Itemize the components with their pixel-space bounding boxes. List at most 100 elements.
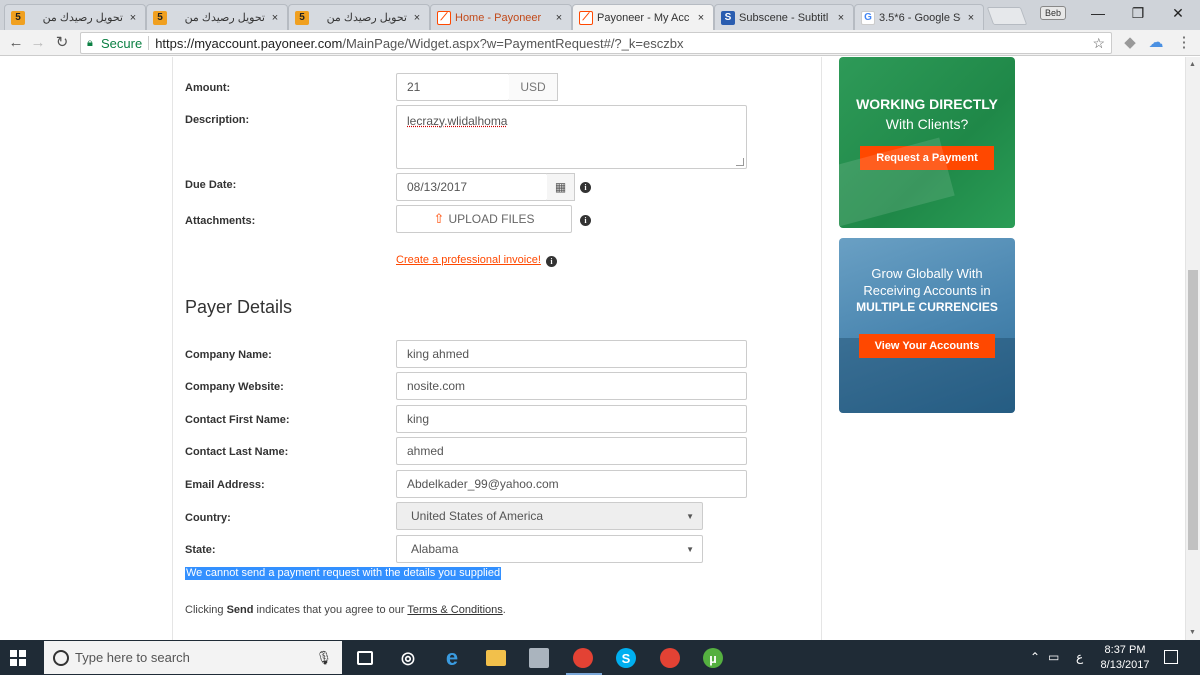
back-arrow-icon[interactable]: ← <box>6 33 26 53</box>
banner-heading: WORKING DIRECTLY <box>856 96 998 112</box>
logo-quad <box>19 650 26 657</box>
windows-taskbar: Type here to search 🎙︎ ◎ e S µ ⌃ ▭ ع 8:3… <box>0 640 1200 675</box>
close-icon[interactable]: × <box>411 12 423 24</box>
close-icon[interactable]: × <box>965 12 977 24</box>
forward-arrow-icon[interactable]: → <box>28 33 48 53</box>
company-website-label: Company Website: <box>185 381 284 393</box>
subscene-favicon-icon: S <box>721 10 735 25</box>
company-name-value: king ahmed <box>407 347 470 361</box>
close-icon[interactable]: × <box>695 12 707 24</box>
send-word: Send <box>226 604 254 616</box>
file-explorer-icon[interactable] <box>486 650 506 666</box>
new-tab-button[interactable] <box>986 7 1028 25</box>
tab-title: Payoneer - My Acc <box>597 11 690 24</box>
banner-line-3: MULTIPLE CURRENCIES <box>856 300 998 314</box>
menu-kebab-icon[interactable]: ⋮ <box>1174 33 1194 53</box>
info-icon[interactable]: i <box>580 215 591 226</box>
amount-label: Amount: <box>185 82 231 94</box>
extension-icon[interactable]: ◆ <box>1120 33 1140 53</box>
scrollbar-thumb[interactable] <box>1188 270 1198 550</box>
state-value: Alabama <box>411 542 459 556</box>
close-icon[interactable]: × <box>553 12 565 24</box>
state-select[interactable]: Alabama ▼ <box>396 535 703 563</box>
tab-title: تحويل رصيدك من <box>326 12 407 24</box>
cloud-extension-icon[interactable]: ☁ <box>1146 33 1166 53</box>
windows-start-icon[interactable] <box>10 650 26 666</box>
description-textarea[interactable]: lecrazy.wlidalhoma <box>396 105 747 169</box>
site-favicon-icon: 5 <box>295 10 309 25</box>
steam-icon[interactable]: ◎ <box>398 648 418 668</box>
chrome-profile-icon[interactable] <box>660 648 680 668</box>
close-icon[interactable]: × <box>127 12 139 24</box>
tab-2[interactable]: 5 تحويل رصيدك من × <box>146 4 288 30</box>
bookmark-star-icon[interactable]: ☆ <box>1092 35 1105 52</box>
tab-4[interactable]: ⟋ Home - Payoneer × <box>430 4 572 30</box>
minimize-icon[interactable]: — <box>1076 0 1120 26</box>
payoneer-favicon-icon: ⟋ <box>437 10 451 25</box>
amount-input[interactable]: 21 <box>396 73 510 101</box>
banner-line-1: Grow Globally With <box>871 266 983 281</box>
system-clock[interactable]: 8:37 PM 8/13/2017 <box>1096 643 1154 673</box>
scroll-down-icon[interactable]: ▼ <box>1189 629 1196 636</box>
site-favicon-icon: 5 <box>11 10 25 25</box>
tab-1[interactable]: 5 تحويل رصيدك من × <box>4 4 146 30</box>
last-name-value: ahmed <box>407 444 444 458</box>
tab-3[interactable]: 5 تحويل رصيدك من × <box>288 4 430 30</box>
tab-7[interactable]: G 3.5*6 - Google Se × <box>854 4 984 30</box>
notification-center-icon[interactable] <box>1164 650 1178 664</box>
chevron-down-icon: ▼ <box>686 511 694 521</box>
last-name-input[interactable]: ahmed <box>396 437 747 465</box>
window-close-icon[interactable]: ✕ <box>1156 0 1200 26</box>
photos-app-icon[interactable] <box>529 648 549 668</box>
google-favicon-icon: G <box>861 10 875 25</box>
info-icon[interactable]: i <box>580 182 591 193</box>
email-value: Abdelkader_99@yahoo.com <box>407 477 559 491</box>
first-name-input[interactable]: king <box>396 405 747 433</box>
tab-title: Home - Payoneer <box>455 11 542 24</box>
info-icon[interactable]: i <box>546 256 557 267</box>
payoneer-favicon-icon: ⟋ <box>579 10 593 25</box>
close-icon[interactable]: × <box>835 12 847 24</box>
due-date-input[interactable]: 08/13/2017 <box>396 173 548 201</box>
first-name-label: Contact First Name: <box>185 414 290 426</box>
email-input[interactable]: Abdelkader_99@yahoo.com <box>396 470 747 498</box>
secure-label: Secure <box>101 35 143 51</box>
utorrent-icon[interactable]: µ <box>703 648 723 668</box>
skype-icon[interactable]: S <box>616 648 636 668</box>
taskbar-search[interactable]: Type here to search 🎙︎ <box>44 641 342 674</box>
resize-handle-icon[interactable] <box>736 158 744 166</box>
company-name-input[interactable]: king ahmed <box>396 340 747 368</box>
upload-files-button[interactable]: ⇧ UPLOAD FILES <box>396 205 572 233</box>
calendar-icon[interactable]: ▦ <box>547 173 575 201</box>
terms-link[interactable]: Terms & Conditions <box>407 604 502 616</box>
tab-title: تحويل رصيدك من <box>184 12 265 24</box>
create-invoice-link[interactable]: Create a professional invoice! <box>396 254 541 266</box>
chrome-icon[interactable] <box>573 648 593 668</box>
edge-icon[interactable]: e <box>442 645 462 670</box>
country-select[interactable]: United States of America ▼ <box>396 502 703 530</box>
upload-icon: ⇧ <box>433 211 445 226</box>
restore-icon[interactable]: ❐ <box>1116 0 1160 26</box>
company-name-label: Company Name: <box>185 349 272 361</box>
payer-details-heading: Payer Details <box>185 297 293 317</box>
tab-6[interactable]: S Subscene - Subtitl × <box>714 4 854 30</box>
chevron-down-icon: ▼ <box>686 544 694 554</box>
state-label: State: <box>185 544 216 556</box>
vertical-scrollbar[interactable]: ▲ ▼ <box>1185 57 1200 640</box>
task-view-icon[interactable] <box>357 651 373 665</box>
view-accounts-button[interactable]: View Your Accounts <box>858 334 996 358</box>
error-message: We cannot send a payment request with th… <box>185 567 502 580</box>
tray-chevron-up-icon[interactable]: ⌃ <box>1030 650 1040 664</box>
terms-notice: Clicking Send indicates that you agree t… <box>185 604 506 616</box>
company-website-input[interactable]: nosite.com <box>396 372 747 400</box>
close-icon[interactable]: × <box>269 12 281 24</box>
battery-icon[interactable]: ▭ <box>1048 650 1059 664</box>
input-language-indicator[interactable]: ع <box>1076 650 1083 664</box>
reload-icon[interactable]: ↻ <box>52 33 72 53</box>
request-payment-banner: WORKING DIRECTLY With Clients? Request a… <box>839 57 1015 228</box>
scroll-up-icon[interactable]: ▲ <box>1189 61 1196 68</box>
address-bar[interactable]: 🔒︎ Secure https://myaccount.payoneer.com… <box>80 32 1112 54</box>
microphone-icon[interactable]: 🎙︎ <box>315 650 332 666</box>
profile-badge[interactable]: Beb <box>1040 6 1066 20</box>
tab-5-active[interactable]: ⟋ Payoneer - My Acc × <box>572 4 714 30</box>
